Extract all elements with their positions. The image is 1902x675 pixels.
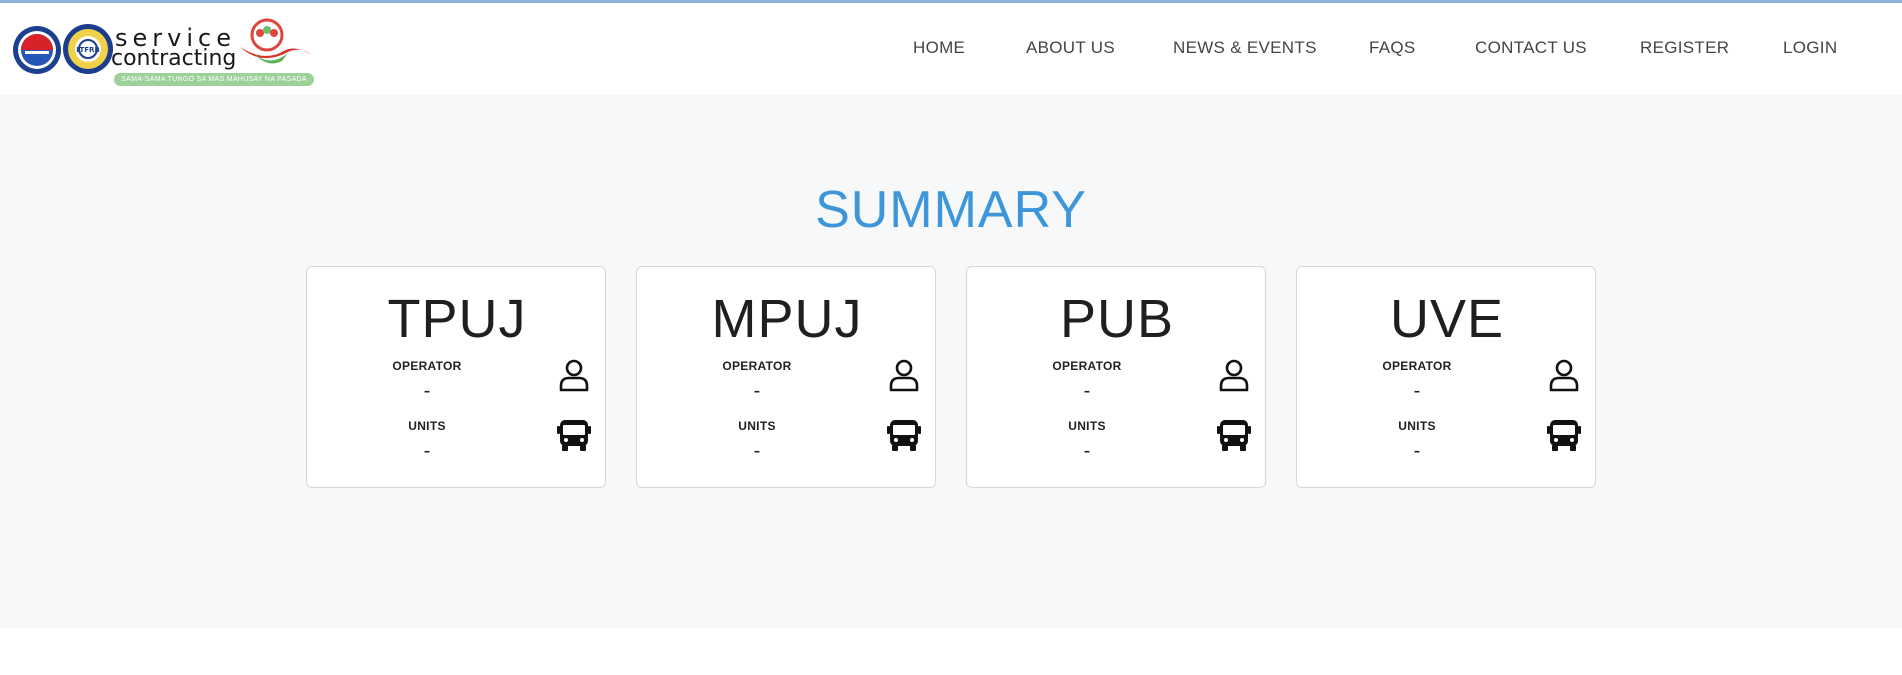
user-icon: [889, 359, 919, 392]
operator-value: -: [753, 380, 761, 402]
summary-card-pub: PUB OPERATOR - UNITS -: [966, 266, 1266, 488]
user-icon: [559, 359, 589, 392]
nav-login[interactable]: LOGIN: [1783, 38, 1837, 58]
card-title: MPUJ: [711, 289, 863, 349]
summary-card-tpuj: TPUJ OPERATOR - UNITS -: [306, 266, 606, 488]
nav-contact-us[interactable]: CONTACT US: [1475, 38, 1587, 58]
logo-tagline: SAMA-SAMA TUNGO SA MAS MAHUSAY NA PASADA: [114, 73, 314, 86]
bus-icon: [1547, 420, 1581, 451]
operator-label: OPERATOR: [1052, 359, 1122, 373]
bus-icon: [887, 420, 921, 451]
units-value: -: [423, 440, 431, 462]
page-title: SUMMARY: [815, 181, 1087, 239]
units-label: UNITS: [1068, 419, 1106, 433]
card-title: PUB: [1059, 289, 1175, 349]
units-value: -: [1413, 440, 1421, 462]
operator-label: OPERATOR: [1382, 359, 1452, 373]
bus-icon: [1217, 420, 1251, 451]
ltfrb-seal-icon: LTFRB: [63, 24, 113, 74]
nav-register[interactable]: REGISTER: [1640, 38, 1729, 58]
card-title: TPUJ: [387, 289, 527, 349]
units-label: UNITS: [408, 419, 446, 433]
operator-value: -: [1083, 380, 1091, 402]
bus-icon: [557, 420, 591, 451]
nav-about-us[interactable]: ABOUT US: [1026, 38, 1115, 58]
operator-label: OPERATOR: [392, 359, 462, 373]
card-title: UVE: [1389, 289, 1505, 349]
user-icon: [1219, 359, 1249, 392]
nav-home[interactable]: HOME: [913, 38, 965, 58]
units-label: UNITS: [1398, 419, 1436, 433]
summary-card-mpuj: MPUJ OPERATOR - UNITS -: [636, 266, 936, 488]
logo-text-contracting: contracting: [111, 46, 237, 71]
operator-label: OPERATOR: [722, 359, 792, 373]
units-label: UNITS: [738, 419, 776, 433]
nav-faqs[interactable]: FAQS: [1369, 38, 1416, 58]
site-header: LTFRB service contracting SAMA-SAMA TUNG…: [0, 3, 1902, 95]
operator-value: -: [423, 380, 431, 402]
site-logo[interactable]: LTFRB service contracting SAMA-SAMA TUNG…: [12, 15, 317, 86]
user-icon: [1549, 359, 1579, 392]
operator-value: -: [1413, 380, 1421, 402]
nav-news-events[interactable]: NEWS & EVENTS: [1173, 38, 1317, 58]
units-value: -: [1083, 440, 1091, 462]
units-value: -: [753, 440, 761, 462]
dotr-seal-icon: [13, 26, 61, 74]
summary-section: SUMMARY TPUJ OPERATOR - UNITS - MPUJ OPE…: [0, 95, 1902, 628]
svg-text:LTFRB: LTFRB: [76, 46, 100, 54]
people-logo-icon: [240, 18, 312, 64]
summary-card-uve: UVE OPERATOR - UNITS -: [1296, 266, 1596, 488]
